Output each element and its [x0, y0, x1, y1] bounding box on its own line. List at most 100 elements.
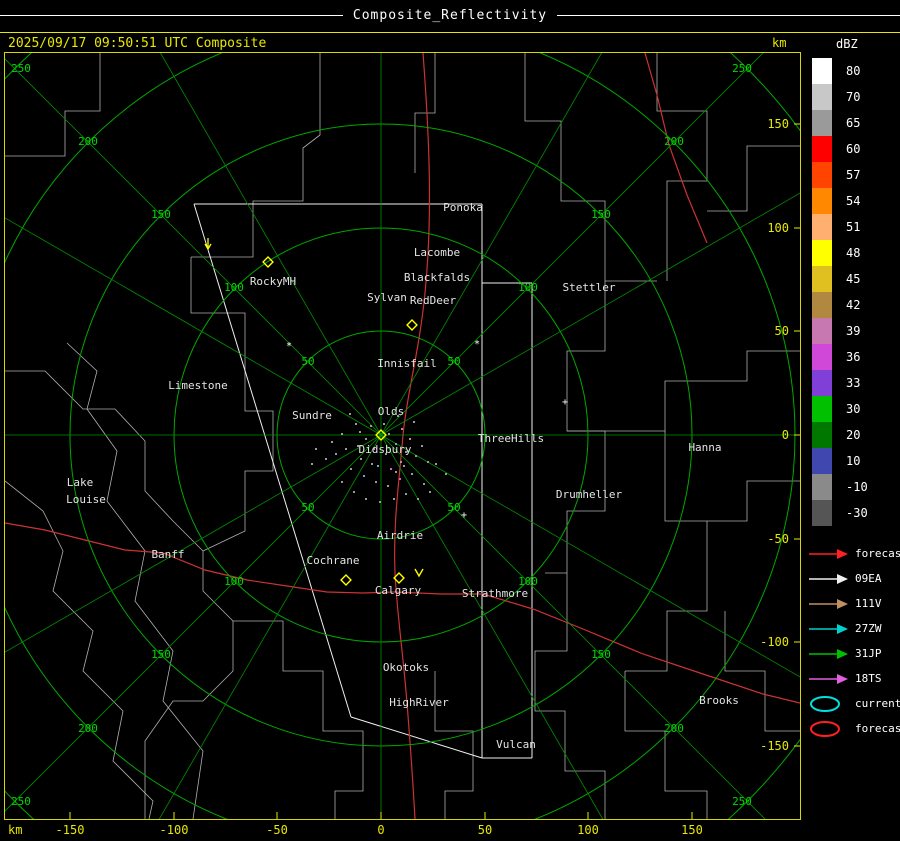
radar-echo	[363, 475, 365, 477]
azimuth-line	[380, 192, 800, 436]
city-label: HighRiver	[389, 696, 449, 709]
radar-echo	[345, 448, 347, 450]
legend-item: 18TS	[808, 666, 900, 691]
bottom-axis-label: 0	[377, 823, 385, 837]
radar-echo	[370, 425, 372, 427]
radar-echo	[365, 498, 367, 500]
dbz-value-label: 70	[846, 90, 861, 104]
dbz-value-label: 20	[846, 428, 861, 442]
dbz-scale-entry: 54	[812, 188, 868, 214]
range-label: 150	[151, 648, 171, 661]
radar-echo	[411, 473, 413, 475]
right-axis-label: 150	[767, 117, 789, 131]
azimuth-line	[380, 53, 603, 436]
radar-echo	[359, 431, 361, 433]
radar-echo	[341, 433, 343, 435]
dbz-value-label: 39	[846, 324, 861, 338]
range-label: 200	[664, 722, 684, 735]
city-label: Strathmore	[462, 587, 528, 600]
scan-sector-line	[350, 716, 483, 759]
legend-item: 111V	[808, 591, 900, 616]
range-label: 250	[732, 795, 752, 808]
legend-item: 27ZW	[808, 616, 900, 641]
range-label: 50	[301, 355, 314, 368]
dbz-scale-entry: 65	[812, 110, 868, 136]
radar-echo	[417, 498, 419, 500]
legend-label: 18TS	[855, 672, 882, 685]
dbz-color-swatch	[812, 370, 832, 396]
dbz-scale-entry: 33	[812, 370, 868, 396]
radar-echo	[315, 448, 317, 450]
bottom-axis-label: -100	[159, 823, 189, 837]
county-boundary	[724, 611, 800, 732]
bottom-axis-unit-label: km	[8, 823, 23, 837]
county-boundary	[233, 620, 364, 819]
dbz-value-label: 65	[846, 116, 861, 130]
bottom-axis-label: -150	[55, 823, 85, 837]
dbz-scale-entry: 51	[812, 214, 868, 240]
range-label: 100	[224, 281, 244, 294]
bottom-axis-label: -50	[266, 823, 288, 837]
radar-app-window: Composite_Reflectivity 2025/09/17 09:50:…	[0, 0, 900, 841]
city-label: ThreeHills	[478, 432, 544, 445]
legend-label: forecast	[855, 547, 900, 560]
legend-arrow-icon	[809, 573, 848, 584]
range-label: 200	[78, 722, 98, 735]
radar-echo	[409, 438, 411, 440]
dbz-color-scale: 80 70 65 60 57 54 51 48 45 42 39 36 33 30 20 10 -10 -30	[812, 58, 868, 526]
title-bar: Composite_Reflectivity	[0, 0, 900, 30]
obs-mark: +	[562, 397, 568, 408]
range-label: 250	[732, 62, 752, 75]
scale-title: dBZ	[836, 37, 858, 51]
range-label: 100	[518, 281, 538, 294]
radar-echo	[387, 485, 389, 487]
radar-echo	[311, 463, 313, 465]
bottom-axis: km -150 -100 -50 0 50 100 150	[0, 821, 900, 839]
dbz-scale-entry: -10	[812, 474, 868, 500]
range-label: 150	[591, 648, 611, 661]
dbz-value-label: -30	[846, 506, 868, 520]
dbz-color-swatch	[812, 162, 832, 188]
dbz-color-swatch	[812, 396, 832, 422]
radar-echo	[427, 461, 429, 463]
right-axis-unit-label: km	[772, 36, 787, 50]
radar-echo	[445, 473, 447, 475]
range-label: 200	[664, 135, 684, 148]
right-axis-label: 50	[775, 324, 789, 338]
range-label: 200	[78, 135, 98, 148]
title-rule-left	[0, 14, 343, 16]
city-label: Sundre	[292, 409, 332, 422]
legend-label: 27ZW	[855, 622, 882, 635]
dbz-scale-entry: 70	[812, 84, 868, 110]
range-label: 150	[151, 208, 171, 221]
city-label: Lacombe	[414, 246, 460, 259]
legend-label: 09EA	[855, 572, 882, 585]
dbz-color-swatch	[812, 188, 832, 214]
legend-label: current	[855, 697, 900, 710]
city-label: Blackfalds	[404, 271, 470, 284]
city-label: Limestone	[168, 379, 228, 392]
city-label: Sylvan	[367, 291, 407, 304]
city-label: Airdrie	[377, 529, 423, 542]
city-label: Calgary	[375, 584, 422, 597]
legend: forecast 09EA 111V 27ZW 31JP 18TS current forec…	[808, 541, 900, 741]
dbz-value-label: 30	[846, 402, 861, 416]
dbz-scale-entry: 36	[812, 344, 868, 370]
bottom-axis-label: 100	[577, 823, 599, 837]
dbz-color-swatch	[812, 240, 832, 266]
legend-arrow-icon	[809, 648, 848, 659]
dbz-scale-entry: -30	[812, 500, 868, 526]
dbz-value-label: 60	[846, 142, 861, 156]
radar-echo	[335, 453, 337, 455]
radar-echo	[355, 423, 357, 425]
map-panel: 50 100 150 200 250 50 100 150 200 250 50 100 150 200 2…	[4, 52, 801, 820]
dbz-value-label: -10	[846, 480, 868, 494]
radar-echo	[360, 458, 362, 460]
dbz-color-swatch	[812, 292, 832, 318]
right-axis-label: 0	[782, 428, 789, 442]
range-label: 100	[224, 575, 244, 588]
radar-echo	[353, 491, 355, 493]
range-label: 50	[301, 501, 314, 514]
dbz-scale-entry: 48	[812, 240, 868, 266]
county-boundary	[624, 671, 708, 819]
